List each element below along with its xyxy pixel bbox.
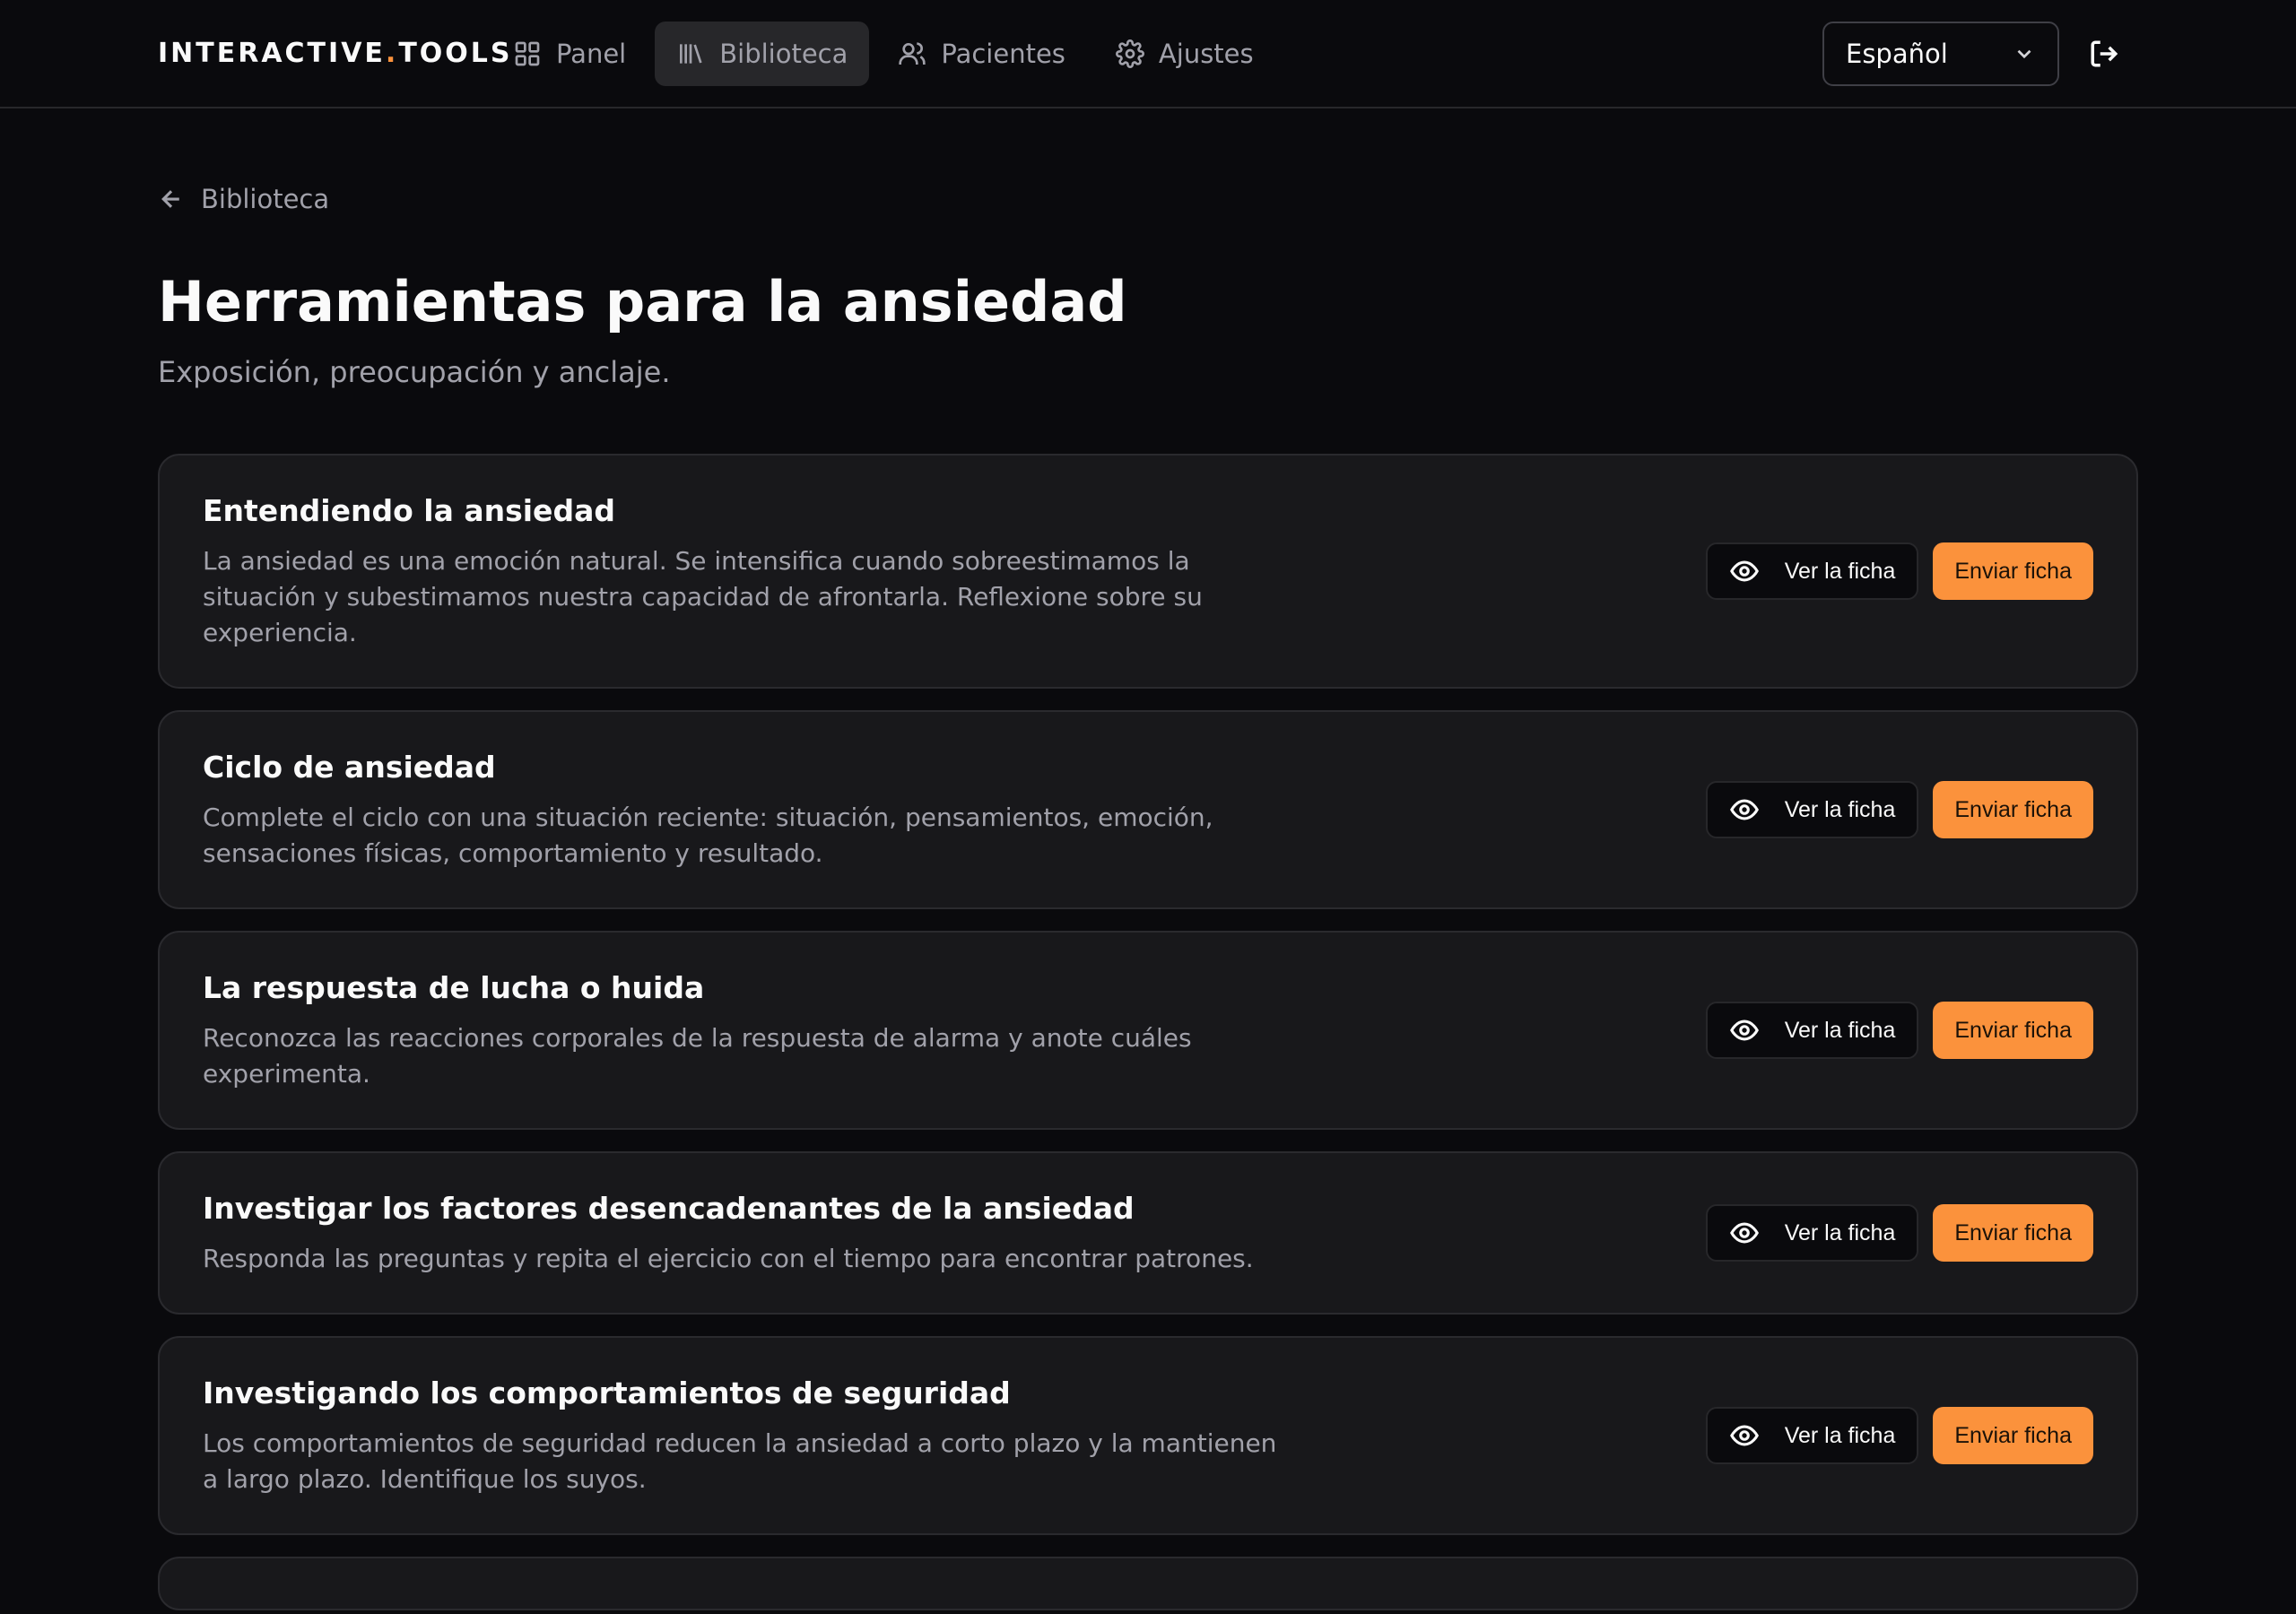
view-sheet-label: Ver la ficha (1784, 796, 1896, 822)
view-sheet-button[interactable]: Ver la ficha (1705, 542, 1919, 600)
tool-description: Reconozca las reacciones corporales de l… (203, 1023, 1192, 1089)
back-link[interactable]: Biblioteca (158, 181, 329, 217)
users-icon (899, 42, 926, 65)
send-sheet-button[interactable]: Enviar ficha (1933, 1204, 2093, 1262)
library-icon (680, 44, 702, 64)
eye-icon (1729, 1222, 1759, 1244)
nav-item-panel[interactable]: Panel (491, 22, 648, 86)
view-sheet-label: Ver la ficha (1784, 1017, 1896, 1043)
tool-actions: Ver la ficha Enviar ficha (1705, 1407, 2093, 1464)
page-subtitle: Exposición, preocupación y anclaje. (158, 355, 671, 389)
eye-icon (1729, 799, 1759, 820)
brand-dot: . (385, 38, 399, 69)
eye-icon (1729, 1020, 1759, 1041)
brand-prefix: INTERACTIVE (158, 38, 386, 69)
tool-description: La ansiedad es una emoción natural. Se i… (203, 546, 1203, 647)
tool-title: Entendiendo la ansiedad (203, 493, 615, 528)
tool-card: La respuesta de lucha o huida Reconozca … (158, 931, 2138, 1130)
send-sheet-button[interactable]: Enviar ficha (1933, 1407, 2093, 1464)
language-value: Español (1846, 39, 1948, 69)
nav-item-label: Ajustes (1158, 39, 1254, 69)
tool-description: Complete el ciclo con una situación reci… (203, 803, 1213, 868)
view-sheet-button[interactable]: Ver la ficha (1705, 781, 1919, 838)
send-sheet-button[interactable]: Enviar ficha (1933, 1002, 2093, 1059)
tool-description: Responda las preguntas y repita el ejerc… (203, 1244, 1254, 1273)
nav-item-label: Biblioteca (719, 39, 848, 69)
tool-card-text: La respuesta de lucha o huida Reconozca … (203, 968, 1279, 1092)
brand-logo[interactable]: INTERACTIVE.TOOLS (158, 38, 513, 69)
view-sheet-button[interactable]: Ver la ficha (1705, 1204, 1919, 1262)
main-nav: Panel Biblioteca Pacientes Ajustes (491, 22, 1275, 86)
tool-card-text: Investigando los comportamientos de segu… (203, 1374, 1279, 1497)
tool-title: La respuesta de lucha o huida (203, 970, 705, 1005)
grid-icon (515, 41, 540, 66)
send-sheet-button[interactable]: Enviar ficha (1933, 781, 2093, 838)
back-link-label: Biblioteca (201, 184, 330, 214)
tool-card-text: Investigar los factores desencadenantes … (203, 1189, 1279, 1277)
tool-card-text: Entendiendo la ansiedad La ansiedad es u… (203, 491, 1279, 651)
tool-card: Ciclo de ansiedad Complete el ciclo con … (158, 710, 2138, 909)
nav-item-ajustes[interactable]: Ajustes (1094, 22, 1275, 86)
view-sheet-label: Ver la ficha (1784, 1219, 1896, 1245)
logout-button[interactable] (2083, 32, 2126, 75)
tool-title: Investigar los factores desencadenantes … (203, 1191, 1135, 1226)
language-select[interactable]: Español (1822, 22, 2059, 86)
nav-item-biblioteca[interactable]: Biblioteca (655, 22, 870, 86)
tool-list: Entendiendo la ansiedad La ansiedad es u… (158, 454, 2138, 1610)
send-sheet-button[interactable]: Enviar ficha (1933, 542, 2093, 600)
logout-icon (2091, 40, 2118, 67)
tool-card-text: Ciclo de ansiedad Complete el ciclo con … (203, 748, 1279, 872)
tool-card-partial (158, 1557, 2138, 1610)
view-sheet-button[interactable]: Ver la ficha (1705, 1407, 1919, 1464)
tool-card: Investigar los factores desencadenantes … (158, 1151, 2138, 1315)
nav-item-label: Pacientes (941, 39, 1065, 69)
gear-icon (1115, 39, 1144, 68)
tool-description: Los comportamientos de seguridad reducen… (203, 1428, 1277, 1494)
chevron-down-icon (2017, 49, 2031, 59)
page-title: Herramientas para la ansiedad (158, 269, 1127, 334)
top-navigation-bar: INTERACTIVE.TOOLS Panel Biblioteca Pacie… (0, 0, 2296, 108)
tool-actions: Ver la ficha Enviar ficha (1705, 781, 2093, 838)
view-sheet-label: Ver la ficha (1784, 1422, 1896, 1448)
tool-actions: Ver la ficha Enviar ficha (1705, 1002, 2093, 1059)
tool-card: Entendiendo la ansiedad La ansiedad es u… (158, 454, 2138, 689)
arrow-left-icon (161, 190, 179, 208)
view-sheet-label: Ver la ficha (1784, 558, 1896, 584)
eye-icon (1729, 560, 1759, 582)
tool-actions: Ver la ficha Enviar ficha (1705, 1204, 2093, 1262)
nav-item-pacientes[interactable]: Pacientes (876, 22, 1087, 86)
eye-icon (1729, 1425, 1759, 1446)
tool-title: Ciclo de ansiedad (203, 750, 496, 785)
tool-card: Investigando los comportamientos de segu… (158, 1336, 2138, 1535)
tool-actions: Ver la ficha Enviar ficha (1705, 542, 2093, 600)
tool-title: Investigando los comportamientos de segu… (203, 1375, 1011, 1410)
view-sheet-button[interactable]: Ver la ficha (1705, 1002, 1919, 1059)
nav-item-label: Panel (556, 39, 627, 69)
